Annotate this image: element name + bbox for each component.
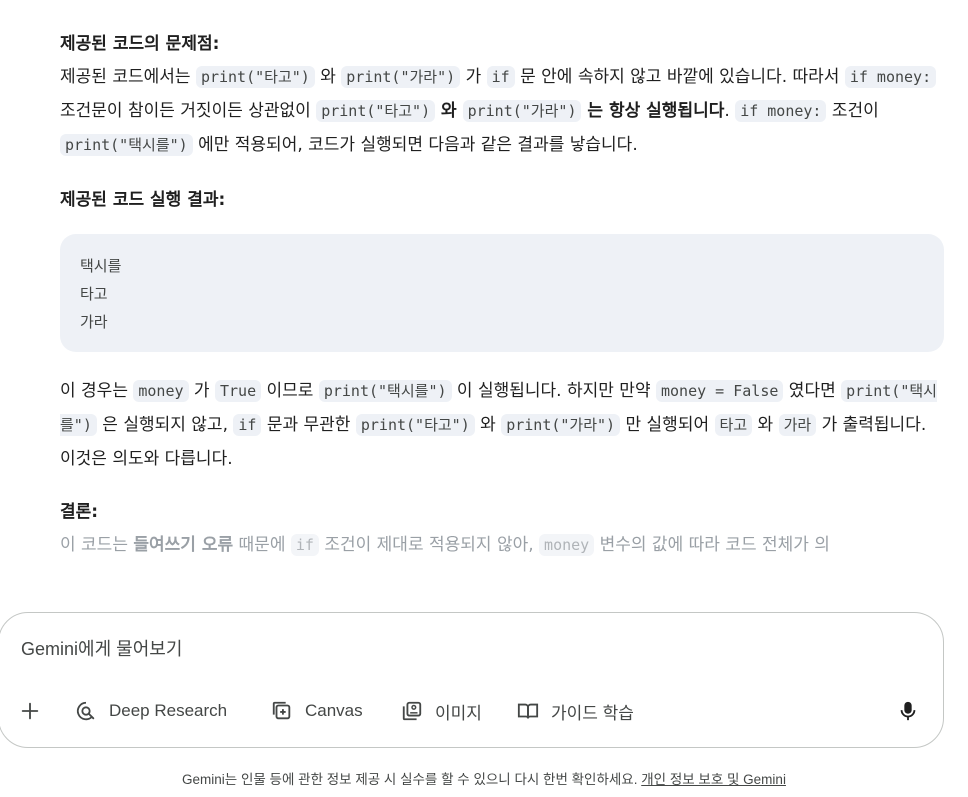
- plus-icon: [21, 702, 39, 720]
- image-icon: [402, 701, 422, 721]
- inline-code: print("타고"): [355, 414, 475, 436]
- inline-code: if: [290, 534, 319, 556]
- inline-code: money: [539, 534, 595, 556]
- prompt-input-box[interactable]: Gemini에게 물어보기 Deep Research Canvas 이미지 가…: [0, 612, 944, 748]
- output-line: 택시를: [80, 257, 122, 275]
- inline-code: if money:: [735, 100, 827, 122]
- explanation-paragraph: 이 경우는 money 가 True 이므로 print("택시를") 이 실행…: [60, 380, 937, 469]
- prompt-input[interactable]: Gemini에게 물어보기: [21, 635, 182, 661]
- image-button[interactable]: 이미지: [401, 693, 482, 729]
- section-heading-problem: 제공된 코드의 문제점:: [60, 34, 220, 54]
- inline-code: 타고: [714, 414, 753, 436]
- section-heading-conclusion: 결론:: [60, 502, 99, 522]
- inline-code: if: [486, 66, 515, 88]
- canvas-icon: [272, 701, 291, 720]
- scroll-fade: [0, 560, 968, 620]
- deep-research-icon: [76, 701, 95, 721]
- microphone-icon[interactable]: [897, 699, 919, 723]
- inline-code: if money:: [844, 66, 937, 88]
- disclaimer-text: Gemini는 인물 등에 관한 정보 제공 시 실수를 할 수 있으니 다시 …: [182, 772, 642, 787]
- response-content: 제공된 코드의 문제점: 제공된 코드에서는 print("타고") 와 pri…: [60, 30, 950, 562]
- deep-research-button[interactable]: Deep Research: [75, 693, 227, 729]
- canvas-button[interactable]: Canvas: [271, 693, 363, 729]
- inline-code: print("가라"): [501, 414, 621, 436]
- input-toolbar: Deep Research Canvas 이미지 가이드 학습: [0, 693, 945, 729]
- inline-code: print("타고"): [316, 100, 436, 122]
- output-line: 타고: [80, 285, 108, 303]
- output-code-block: 택시를 타고 가라: [60, 234, 944, 352]
- inline-code: print("택시를"): [318, 380, 452, 402]
- output-line: 가라: [80, 313, 108, 331]
- guided-learning-button[interactable]: 가이드 학습: [517, 693, 634, 729]
- disclaimer-footer: Gemini는 인물 등에 관한 정보 제공 시 실수를 할 수 있으니 다시 …: [0, 768, 968, 788]
- inline-code: print("가라"): [462, 100, 582, 122]
- conclusion-paragraph: 이 코드는 들여쓰기 오류 때문에 if 조건이 제대로 적용되지 않아, mo…: [60, 534, 830, 556]
- inline-code: print("타고"): [195, 66, 315, 88]
- inline-code: money = False: [656, 380, 784, 402]
- inline-code: money: [133, 380, 189, 402]
- guided-learning-icon: [517, 703, 539, 719]
- section-heading-result: 제공된 코드 실행 결과:: [60, 190, 226, 210]
- inline-code: 가라: [778, 414, 817, 436]
- inline-code: if: [233, 414, 262, 436]
- inline-code: print("택시를"): [60, 134, 193, 156]
- problem-paragraph: 제공된 코드에서는 print("타고") 와 print("가라") 가 if…: [60, 60, 938, 162]
- inline-code: True: [214, 380, 262, 402]
- privacy-link[interactable]: 개인 정보 보호 및 Gemini: [641, 772, 786, 787]
- add-button[interactable]: [19, 693, 41, 729]
- inline-code: print("가라"): [341, 66, 461, 88]
